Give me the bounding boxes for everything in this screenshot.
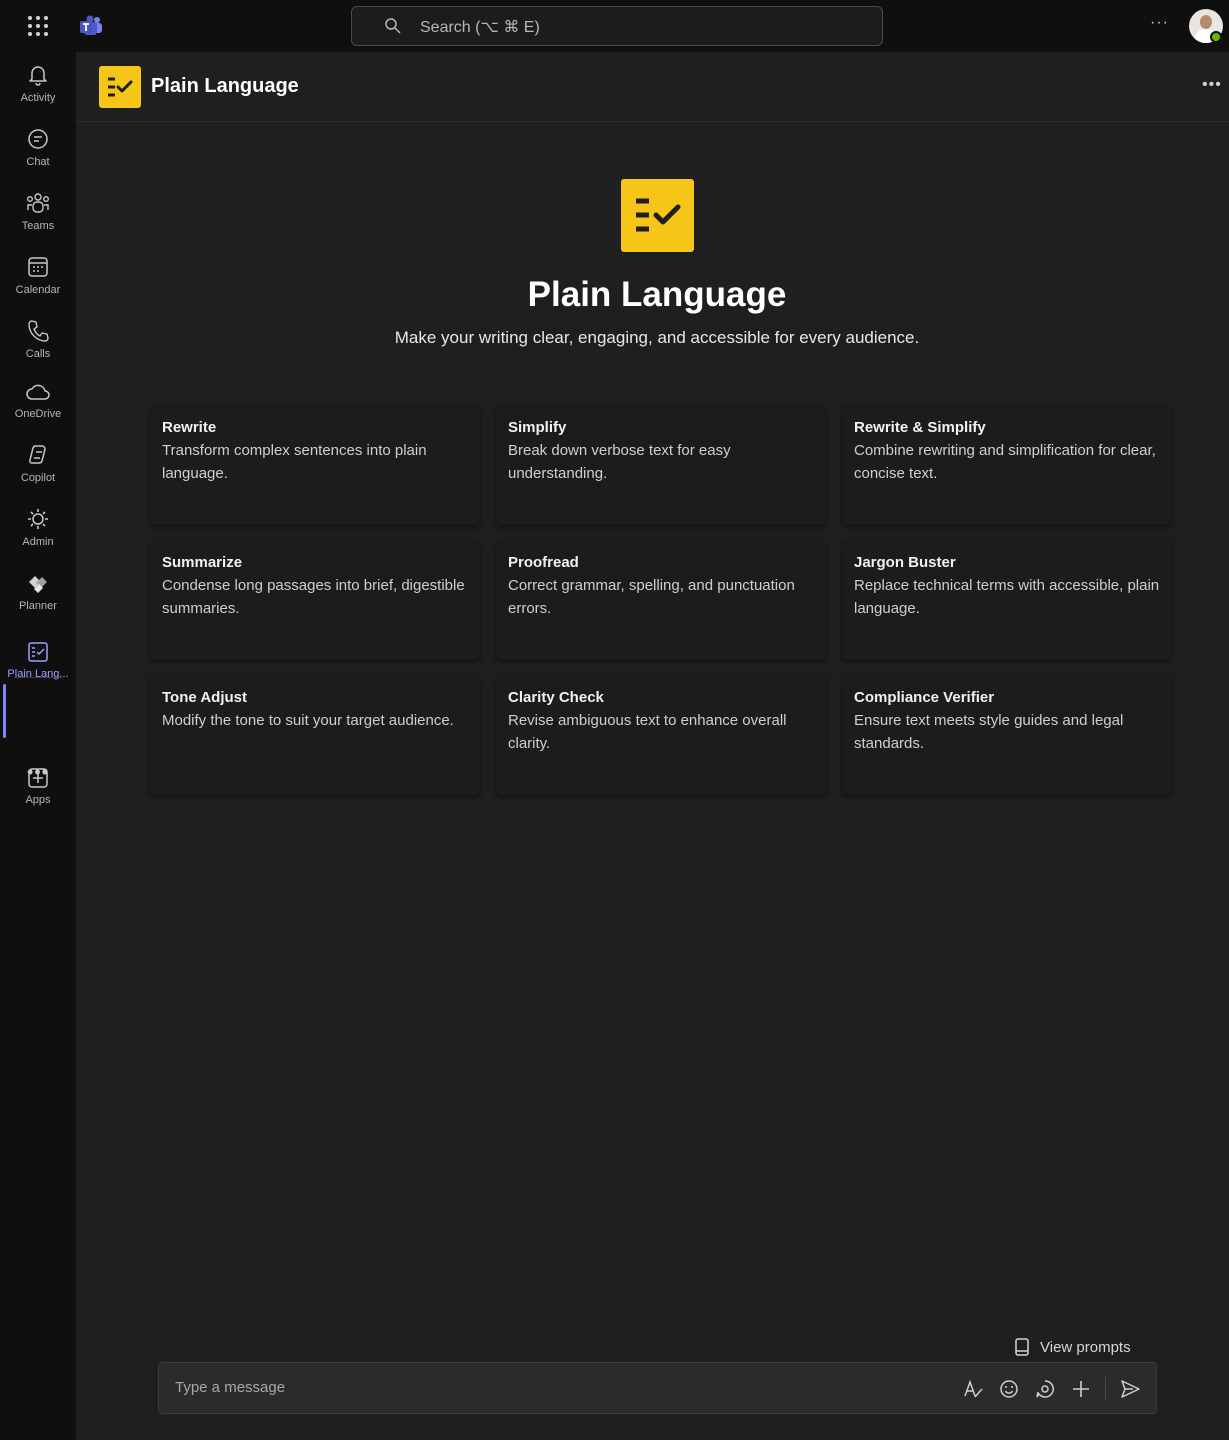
rail-item-admin[interactable]: Admin: [0, 506, 76, 566]
rail-label: Copilot: [20, 472, 56, 484]
card-title: Rewrite: [162, 419, 217, 436]
rail-label: Plain Lang...: [7, 668, 69, 680]
prompt-card-proofread[interactable]: Proofread Correct grammar, spelling, and…: [496, 540, 826, 660]
loop-icon: [1036, 1380, 1054, 1398]
card-title: Tone Adjust: [162, 689, 247, 706]
add-apps-icon: [28, 768, 48, 788]
prompt-card-simplify[interactable]: Simplify Break down verbose text for eas…: [496, 405, 826, 525]
card-description: Modify the tone to suit your target audi…: [162, 712, 454, 729]
rail-item-apps[interactable]: Apps: [0, 766, 76, 826]
prompt-card-jargon-buster[interactable]: Jargon Buster Replace technical terms wi…: [842, 540, 1172, 660]
emoji-icon: [1000, 1380, 1018, 1398]
rail-item-copilot[interactable]: Copilot: [0, 442, 76, 502]
card-description: Revise ambiguous text to enhance overall…: [508, 712, 787, 752]
card-description: Transform complex sentences into plain l…: [162, 442, 427, 482]
card-description: Condense long passages into brief, diges…: [162, 577, 465, 617]
prompt-card-summarize[interactable]: Summarize Condense long passages into br…: [150, 540, 480, 660]
send-icon: [1121, 1380, 1140, 1398]
format-button[interactable]: [961, 1377, 985, 1401]
search-icon: [385, 18, 401, 34]
left-rail: Activity Chat Teams Calendar Calls OneDr…: [0, 52, 76, 1440]
card-title: Compliance Verifier: [854, 689, 995, 706]
rail-label: Planner: [19, 600, 57, 612]
app-title: Plain Language: [151, 75, 299, 97]
prompts-book-icon: [1015, 1338, 1029, 1356]
settings-more-button[interactable]: ···: [1150, 14, 1169, 32]
rail-item-teams[interactable]: Teams: [0, 190, 76, 250]
hero-subtitle: Make your writing clear, engaging, and a…: [394, 328, 920, 347]
card-description: Replace technical terms with accessible,…: [854, 577, 1160, 617]
rail-label: Activity: [20, 92, 56, 104]
format-icon: [964, 1379, 983, 1398]
cloud-icon: [26, 384, 50, 400]
hero-title: Plain Language: [527, 275, 787, 314]
card-title: Clarity Check: [508, 689, 604, 706]
presence-status-icon: [1210, 31, 1222, 43]
rail-item-calls[interactable]: Calls: [0, 318, 76, 378]
prompt-card-rewrite-simplify[interactable]: Rewrite & Simplify Combine rewriting and…: [842, 405, 1172, 525]
rail-label: Calls: [25, 348, 51, 360]
card-title: Rewrite & Simplify: [854, 419, 986, 436]
prompt-card-compliance-verifier[interactable]: Compliance Verifier Ensure text meets st…: [842, 675, 1172, 795]
hero-app-icon: [621, 179, 694, 252]
teams-icon: [27, 193, 50, 213]
card-title: Proofread: [508, 554, 579, 571]
card-description: Correct grammar, spelling, and punctuati…: [508, 577, 795, 617]
card-description: Ensure text meets style guides and legal…: [854, 712, 1124, 752]
prompt-card-rewrite[interactable]: Rewrite Transform complex sentences into…: [150, 405, 480, 525]
rail-label: Chat: [26, 156, 50, 168]
bell-icon: [29, 66, 47, 86]
card-title: Simplify: [508, 419, 567, 436]
message-input[interactable]: Type a message: [175, 1379, 285, 1396]
attach-button[interactable]: [1069, 1377, 1093, 1401]
card-description: Combine rewriting and simplification for…: [854, 442, 1156, 482]
rail-item-onedrive[interactable]: OneDrive: [0, 382, 76, 442]
loop-button[interactable]: [1033, 1377, 1057, 1401]
planner-icon: [29, 576, 47, 593]
composer-toolbar: [949, 1377, 1142, 1401]
plain-language-icon: [28, 642, 48, 662]
card-title: Jargon Buster: [854, 554, 956, 571]
prompt-card-clarity-check[interactable]: Clarity Check Revise ambiguous text to e…: [496, 675, 826, 795]
teams-logo-icon: [80, 15, 102, 35]
send-button[interactable]: [1118, 1377, 1142, 1401]
prompt-card-tone-adjust[interactable]: Tone Adjust Modify the tone to suit your…: [150, 675, 480, 795]
view-prompts-label: View prompts: [1040, 1338, 1131, 1356]
app-launcher-icon[interactable]: [26, 14, 50, 38]
plain-language-app-icon: [99, 66, 141, 108]
copilot-icon: [28, 445, 46, 464]
message-composer[interactable]: Type a message: [158, 1362, 1157, 1414]
emoji-button[interactable]: [997, 1377, 1021, 1401]
rail-label: Teams: [21, 220, 55, 232]
rail-item-planner[interactable]: Planner: [0, 570, 76, 630]
chat-icon: [28, 129, 48, 149]
admin-icon: [28, 509, 48, 529]
card-description: Break down verbose text for easy underst…: [508, 442, 731, 482]
rail-item-chat[interactable]: Chat: [0, 126, 76, 186]
rail-label: Apps: [25, 794, 51, 806]
toolbar-divider: [1105, 1377, 1106, 1401]
rail-label: Admin: [22, 536, 54, 548]
rail-label: OneDrive: [14, 408, 62, 420]
card-title: Summarize: [162, 554, 243, 571]
search-input[interactable]: Search (⌥ ⌘ E): [420, 17, 540, 37]
rail-item-activity[interactable]: Activity: [0, 62, 76, 122]
app-more-button[interactable]: •••: [1202, 76, 1222, 94]
top-bar: Search (⌥ ⌘ E) ···: [0, 0, 1229, 52]
plus-icon: [1073, 1381, 1089, 1397]
view-prompts-button[interactable]: View prompts: [1014, 1336, 1131, 1358]
rail-item-plain-language[interactable]: Plain Lang...: [0, 640, 76, 700]
